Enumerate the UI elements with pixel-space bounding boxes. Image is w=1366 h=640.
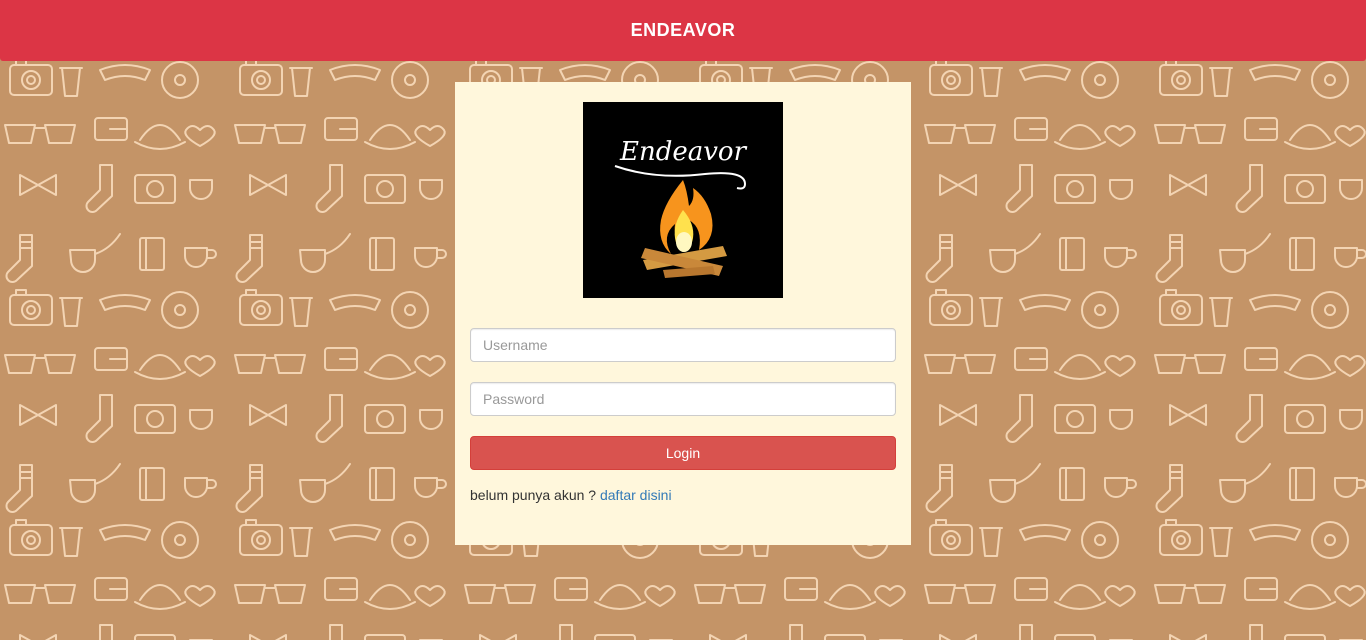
login-button[interactable]: Login (470, 436, 896, 470)
register-prompt-text: belum punya akun ? (470, 487, 597, 503)
top-navbar: ENDEAVOR (0, 0, 1366, 61)
logo-text: Endeavor (619, 137, 748, 167)
campfire-icon (641, 180, 727, 278)
endeavor-logo: Endeavor (583, 102, 783, 298)
register-prompt: belum punya akun ? daftar disini (470, 487, 672, 503)
register-link[interactable]: daftar disini (600, 487, 672, 503)
username-input[interactable] (470, 328, 896, 362)
login-panel: Endeavor Login belum punya akun ? daftar… (455, 82, 911, 545)
password-input[interactable] (470, 382, 896, 416)
navbar-brand[interactable]: ENDEAVOR (631, 20, 736, 41)
